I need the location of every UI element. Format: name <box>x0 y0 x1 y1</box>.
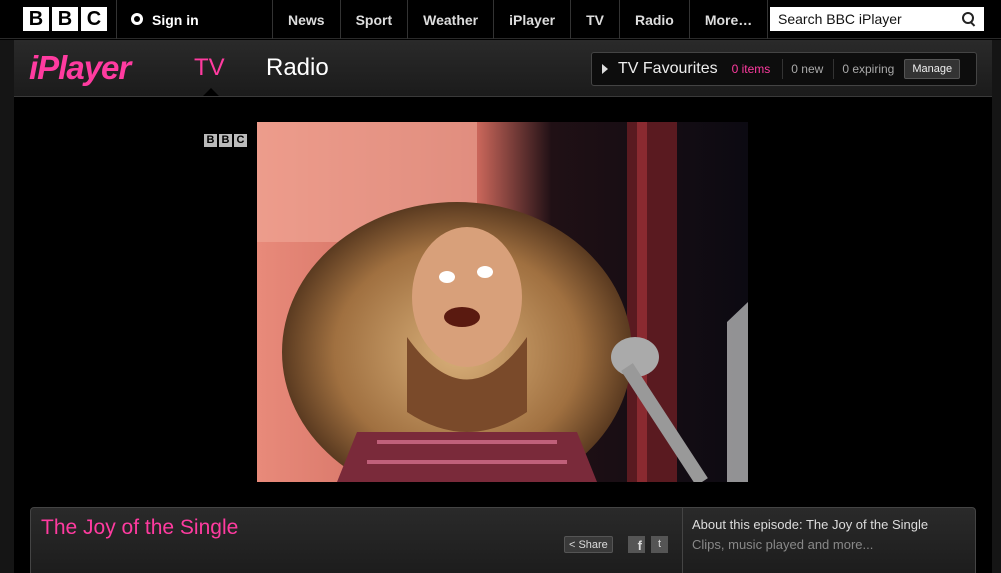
nav-more[interactable]: More… <box>688 0 769 39</box>
bbc-logo-letter: C <box>81 7 107 31</box>
twitter-icon[interactable]: t <box>651 536 668 553</box>
share-icon: < <box>569 538 576 551</box>
active-tab-pointer <box>203 88 219 96</box>
bbc-watermark: B B C <box>204 134 247 147</box>
iplayer-header: iPlayer TV Radio TV Favourites 0 items 0… <box>14 40 992 97</box>
tv-favourites-bar[interactable]: TV Favourites 0 items 0 new 0 expiring M… <box>591 52 977 86</box>
bbc-logo[interactable]: B B C <box>23 7 107 31</box>
search-input[interactable]: Search BBC iPlayer <box>770 7 984 31</box>
bbc-logo-letter: B <box>23 7 49 31</box>
share-label: Share <box>578 538 608 551</box>
favourites-new-count: 0 new <box>791 62 824 76</box>
share-button[interactable]: < Share <box>564 536 613 553</box>
watermark-letter: C <box>234 134 247 147</box>
nav-sport[interactable]: Sport <box>339 0 408 39</box>
bbc-logo-letter: B <box>52 7 78 31</box>
divider <box>833 59 835 79</box>
search-placeholder: Search BBC iPlayer <box>778 11 902 27</box>
search-icon[interactable] <box>962 12 976 26</box>
bbc-top-bar: B B C Sign in News Sport Weather iPlayer… <box>0 0 1001 39</box>
nav-news[interactable]: News <box>272 0 340 39</box>
manage-button[interactable]: Manage <box>904 59 961 79</box>
episode-info-panel: The Joy of the Single < Share f t About … <box>30 507 976 573</box>
video-still <box>257 122 748 482</box>
right-gutter <box>992 40 1001 573</box>
tab-tv[interactable]: TV <box>194 54 225 82</box>
nav-radio[interactable]: Radio <box>618 0 689 39</box>
sign-in-label: Sign in <box>152 11 199 28</box>
user-icon <box>130 12 144 27</box>
nav-weather[interactable]: Weather <box>407 0 493 39</box>
video-frame[interactable] <box>257 122 748 482</box>
about-episode-title: About this episode: The Joy of the Singl… <box>692 517 929 532</box>
left-gutter <box>0 40 14 573</box>
divider <box>116 0 117 39</box>
facebook-icon[interactable]: f <box>628 536 645 553</box>
about-episode-link[interactable]: Clips, music played and more... <box>692 537 873 552</box>
watermark-letter: B <box>204 134 217 147</box>
tab-radio[interactable]: Radio <box>266 54 329 82</box>
iplayer-logo[interactable]: iPlayer <box>29 49 131 87</box>
favourites-title: TV Favourites <box>618 60 718 77</box>
watermark-letter: B <box>219 134 232 147</box>
divider <box>682 508 683 573</box>
nav-tv[interactable]: TV <box>570 0 619 39</box>
nav-iplayer[interactable]: iPlayer <box>493 0 570 39</box>
divider <box>782 59 784 79</box>
favourites-expiring-count: 0 expiring <box>842 62 895 76</box>
top-nav: News Sport Weather iPlayer TV Radio More… <box>272 0 769 39</box>
favourites-items-count: 0 items <box>731 62 771 76</box>
sign-in-link[interactable]: Sign in <box>130 0 199 39</box>
expand-arrow-icon[interactable] <box>602 64 608 74</box>
episode-title: The Joy of the Single <box>41 516 239 539</box>
